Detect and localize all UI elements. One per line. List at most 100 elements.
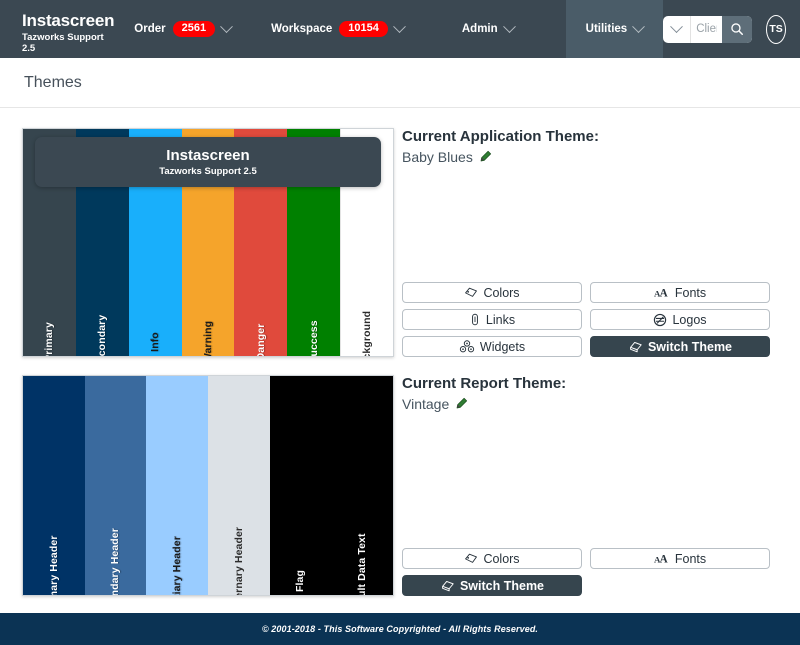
fonts-button[interactable]: A A Fonts [590,548,770,569]
palette-icon [464,552,478,565]
button-label: Links [485,312,516,327]
switch-theme-button[interactable]: Switch Theme [590,336,770,357]
nav-workspace-label: Workspace [271,23,333,35]
switch-theme-button[interactable]: Switch Theme [402,575,582,596]
brand-title: Instascreen [22,10,115,30]
report-theme-section: Primary Header Secondary Header Tertiary H… [0,357,800,596]
swatch-label: Secondary [96,314,109,356]
fonts-icon: AA [654,552,670,566]
report-theme-name: Vintage [402,395,450,412]
preview-banner-title: Instascreen [166,146,250,164]
swatch-label: Background [360,310,373,356]
color-swatch: Secondary Header [84,376,147,595]
logo-circle-icon [653,313,667,327]
report-theme-preview: Primary Header Secondary Header Tertiary H… [22,375,394,596]
button-label: Logos [672,312,707,327]
widgets-button[interactable]: Widgets [402,336,582,357]
application-theme-name: Baby Blues [402,148,473,165]
button-label: Colors [483,285,520,300]
application-theme-current: Baby Blues [402,149,787,165]
top-navigation-bar: Instascreen Tazworks Support 2.5 Order 2… [0,0,800,58]
chevron-down-icon [392,19,406,33]
button-label: Fonts [674,285,707,300]
button-label: Switch Theme [459,578,545,593]
color-swatch: Flag [269,376,332,595]
search-scope-dropdown[interactable] [663,15,692,43]
report-theme-panel: Current Report Theme: Vintage Colors A A Fo… [402,375,787,596]
pencil-glyph [480,151,491,162]
application-theme-section: Primary Secondary Info Warning Danger Success… [0,108,800,357]
colors-button[interactable]: Colors [402,548,582,569]
page-title-bar: Themes [0,58,800,108]
order-count-badge: 2561 [172,21,216,37]
chevron-down-icon [670,19,684,33]
report-theme-buttons: Colors A A Fonts Switch Theme [402,548,787,596]
swatch-label: Tertiary Header [171,536,184,595]
color-swatch: Result Data Text [331,376,393,595]
search-button[interactable] [722,15,753,43]
preview-banner-subtitle: Tazworks Support 2.5 [159,166,257,178]
color-swatch: Tertiary Header [146,376,208,595]
button-label: Colors [483,551,520,566]
links-button[interactable]: Links [402,309,582,330]
swatch-label: Danger [254,323,267,356]
report-theme-current: Vintage [402,396,787,412]
button-label: Switch Theme [647,339,733,354]
button-label: Widgets [479,339,526,354]
svg-text:A: A [659,554,667,566]
logos-button[interactable]: Logos [590,309,770,330]
brand-subtitle: Tazworks Support 2.5 [22,32,104,55]
page-footer: © 2001-2018 - This Software Copyrighted … [0,613,800,645]
edit-pencil-icon[interactable] [455,397,468,410]
application-theme-heading: Current Application Theme: [402,128,599,145]
copyright-text: © 2001-2018 - This Software Copyrighted … [261,624,539,634]
chevron-down-icon [220,19,233,33]
report-theme-heading: Current Report Theme: [402,375,567,392]
workspace-count-badge: 10154 [339,21,388,37]
preview-banner: Instascreen Tazworks Support 2.5 [35,137,381,187]
colors-button[interactable]: Colors [402,282,582,303]
swatch-label: Secondary Header [109,528,122,595]
nav-admin-dropdown[interactable]: Admin [424,0,534,58]
chevron-down-icon [502,19,516,33]
nav-workspace-dropdown[interactable]: Workspace 10154 [251,0,424,58]
nav-admin-label: Admin [461,23,498,35]
svg-text:A: A [659,288,667,300]
fonts-icon: AA [654,286,670,300]
layers-icon [440,579,455,592]
color-swatch: Primary Header [23,376,85,595]
edit-pencil-icon[interactable] [479,150,492,163]
swatch-label: Primary Header [47,535,60,595]
layers-icon [628,340,643,353]
swatch-label: Primary [43,322,56,356]
color-swatch: Quaternary Header [207,376,270,595]
swatch-label: Result Data Text [356,533,369,595]
application-theme-buttons: Colors A A Fonts Links Logos Widgets Switch The… [402,282,787,357]
nav-order-label: Order [134,23,166,35]
button-label: Fonts [674,551,707,566]
fonts-button[interactable]: A A Fonts [590,282,770,303]
brand-block[interactable]: Instascreen Tazworks Support 2.5 [0,0,114,58]
widgets-icon [459,340,475,353]
swatch-label: Success [307,320,320,356]
avatar-initials: TS [769,23,783,35]
pencil-glyph [456,398,468,409]
application-theme-panel: Current Application Theme: Baby Blues Co… [402,128,787,357]
user-avatar[interactable]: TS [766,14,786,44]
swatch-label: Flag [294,570,307,592]
report-swatch-strip: Primary Header Secondary Header Tertiary H… [23,376,393,595]
nav-utilities-dropdown[interactable]: Utilities [565,0,664,58]
main-content: Primary Secondary Info Warning Danger Success… [0,108,800,596]
link-icon [469,313,481,326]
nav-utilities-label: Utilities [585,23,628,35]
swatch-label: Quaternary Header [232,526,245,595]
search-input[interactable] [691,23,723,35]
swatch-label: Info [149,332,162,352]
search-icon [731,23,744,35]
swatch-label: Warning [201,320,214,356]
client-search-box [663,15,753,43]
chevron-down-icon [632,19,646,33]
palette-icon [464,286,478,299]
page-title: Themes [24,73,82,91]
nav-order-dropdown[interactable]: Order 2561 [114,0,251,58]
